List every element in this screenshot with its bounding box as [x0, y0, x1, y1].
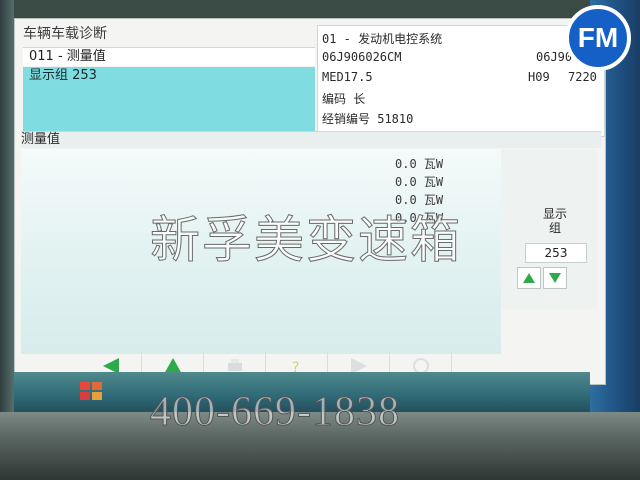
- menu-item-label: 011 - 测量值: [29, 49, 106, 64]
- ecu-code-2: 7220: [568, 70, 597, 84]
- page-title: 车辆车载诊断: [23, 26, 107, 42]
- menu-item-label: 显示组 253: [29, 68, 97, 83]
- triangle-up-icon: [523, 273, 535, 283]
- group-down-button[interactable]: [543, 267, 567, 289]
- display-group-value[interactable]: 253: [525, 243, 587, 263]
- ecu-code-1: H09: [528, 70, 550, 84]
- display-group-label-line2: 组: [548, 221, 561, 235]
- logo-text: FM: [577, 22, 619, 53]
- navigation-panel: 车辆车载诊断 011 - 测量值 显示组 253: [23, 25, 315, 135]
- ecu-engine: MED17.5: [322, 70, 373, 84]
- monitor-bezel-left: [0, 0, 14, 480]
- menu-item-display-group[interactable]: 显示组 253: [23, 67, 315, 133]
- menu-item-measured-values[interactable]: 011 - 测量值: [23, 47, 315, 66]
- measurement-row: 0.0 瓦W: [395, 157, 444, 171]
- display-group-label: 显示 组: [525, 207, 585, 235]
- ecu-info-panel: 01 - 发动机电控系统 06J906026CM 06J90602 MED17.…: [317, 25, 605, 137]
- ecu-system: 01 - 发动机电控系统: [322, 32, 443, 46]
- triangle-down-icon: [549, 273, 561, 283]
- fm-logo: FM: [564, 4, 632, 72]
- measured-values-header: 测量值: [21, 131, 601, 148]
- display-group-label-line1: 显示: [542, 207, 567, 221]
- ecu-coding: 编码 长: [322, 92, 366, 106]
- group-up-button[interactable]: [517, 267, 541, 289]
- phone-watermark: 400-669-1838: [150, 389, 400, 436]
- ecu-part-number: 06J906026CM: [322, 50, 402, 64]
- measurement-row: 0.0 瓦W: [395, 175, 444, 189]
- company-watermark: 新孚美变速箱: [150, 211, 462, 270]
- ecu-dealer-number: 经销编号 51810: [322, 112, 414, 126]
- start-icon[interactable]: [78, 380, 106, 402]
- display-group-panel: 显示 组 253: [501, 149, 597, 309]
